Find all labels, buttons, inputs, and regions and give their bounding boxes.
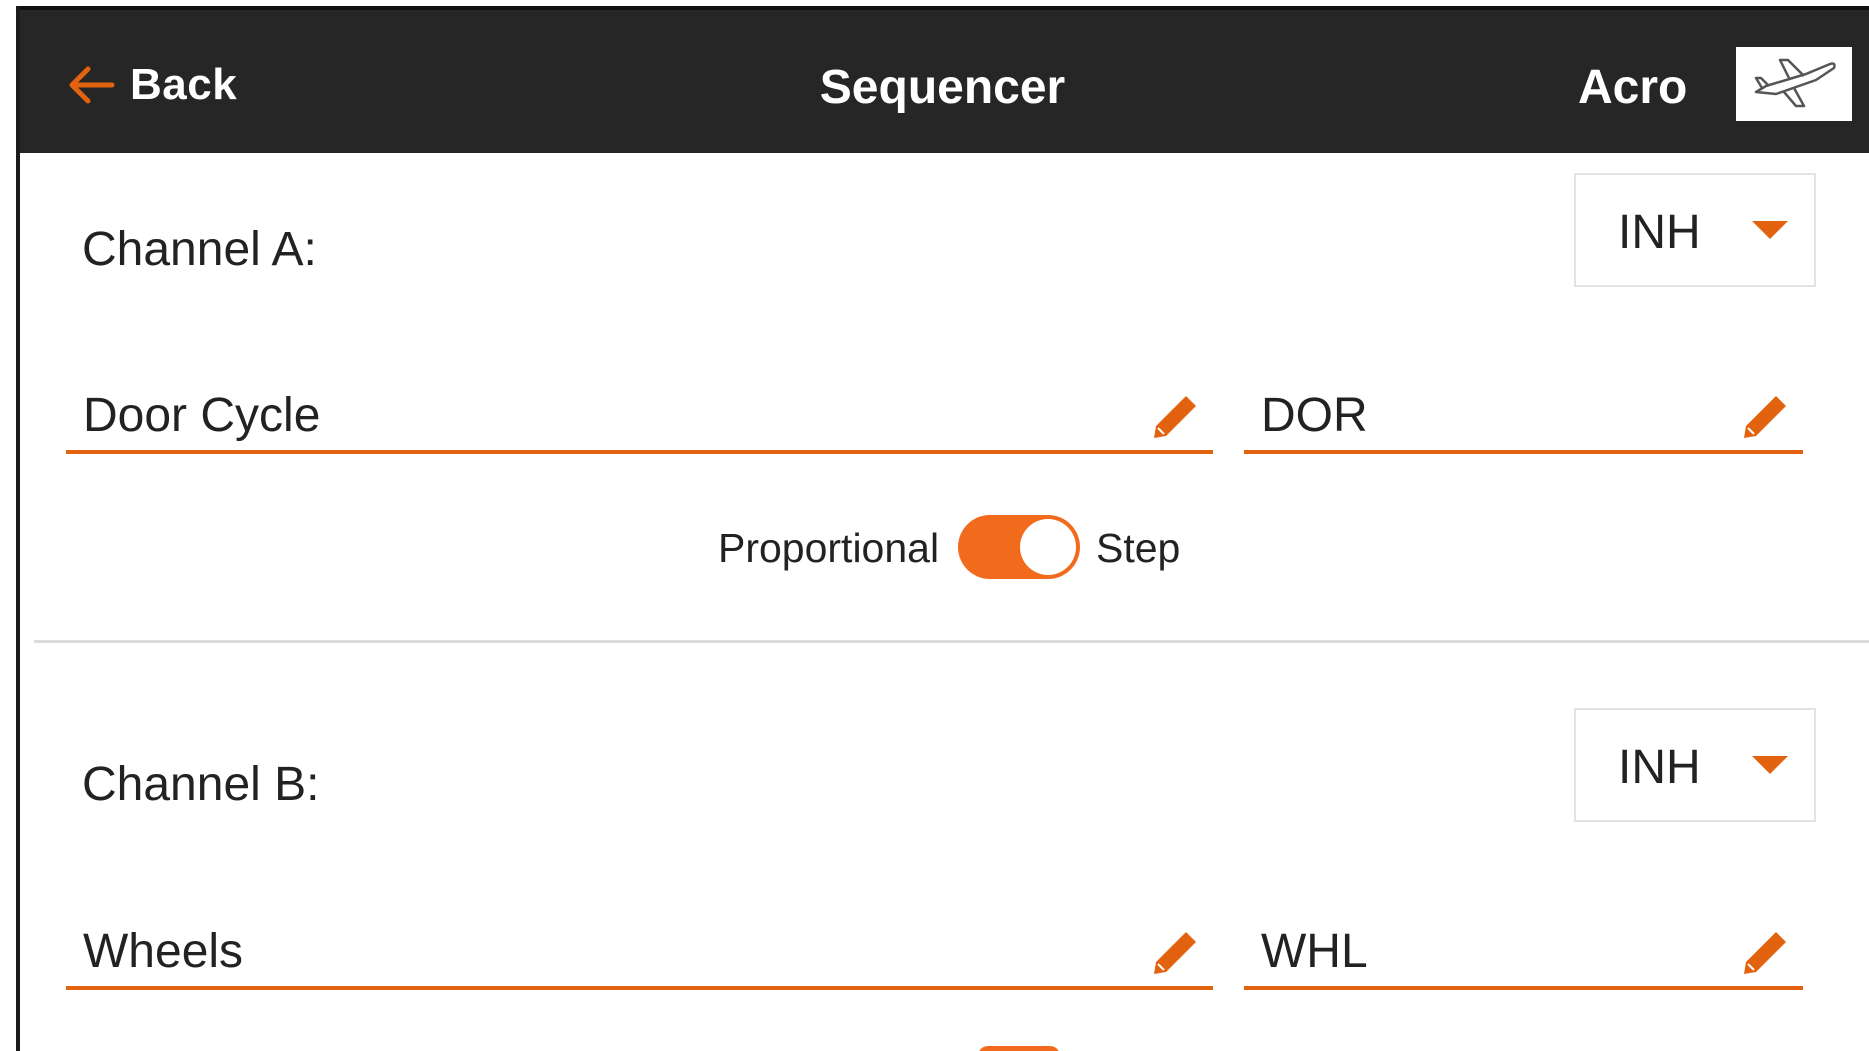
pencil-icon[interactable]: [1740, 928, 1790, 978]
top-bar: Back Sequencer Acro: [16, 6, 1869, 153]
channel-a-switch-value: INH: [1618, 206, 1701, 259]
step-label: Step: [1096, 525, 1181, 571]
channel-a-short-name-field[interactable]: DOR: [1244, 384, 1803, 454]
toggle-knob: [1020, 519, 1076, 575]
channel-b-short-name-field[interactable]: WHL: [1244, 920, 1803, 990]
caret-down-icon: [1752, 756, 1788, 774]
caret-down-icon: [1752, 221, 1788, 239]
model-type-label: Acro: [1578, 61, 1688, 114]
sequencer-screen: Back Sequencer Acro Channel A: INH Door: [0, 0, 1869, 1051]
channel-b-switch-value: INH: [1618, 741, 1701, 794]
pencil-icon[interactable]: [1150, 392, 1200, 442]
channel-b-name-field[interactable]: Wheels: [66, 920, 1213, 990]
proportional-step-toggle[interactable]: [958, 515, 1080, 579]
frame-left: [16, 6, 20, 1051]
channel-a-mode-toggle-row: Proportional Step: [0, 515, 1869, 581]
pencil-icon[interactable]: [1150, 928, 1200, 978]
channel-b-name-value: Wheels: [83, 925, 244, 978]
section-divider: [34, 640, 1869, 643]
channel-b-switch-dropdown[interactable]: INH: [1574, 708, 1816, 822]
channel-a-short-name-value: DOR: [1261, 389, 1368, 442]
airplane-icon: [1746, 50, 1842, 119]
channel-a-switch-dropdown[interactable]: INH: [1574, 173, 1816, 287]
channel-a-label: Channel A:: [82, 223, 317, 276]
channel-a-name-field[interactable]: Door Cycle: [66, 384, 1213, 454]
channel-a-name-value: Door Cycle: [83, 389, 321, 442]
channel-b-short-name-value: WHL: [1261, 925, 1368, 978]
model-select-button[interactable]: [1736, 47, 1852, 121]
pencil-icon[interactable]: [1740, 392, 1790, 442]
channel-b-mode-toggle[interactable]: [978, 1046, 1060, 1051]
proportional-label: Proportional: [718, 525, 940, 571]
channel-b-label: Channel B:: [82, 758, 320, 811]
